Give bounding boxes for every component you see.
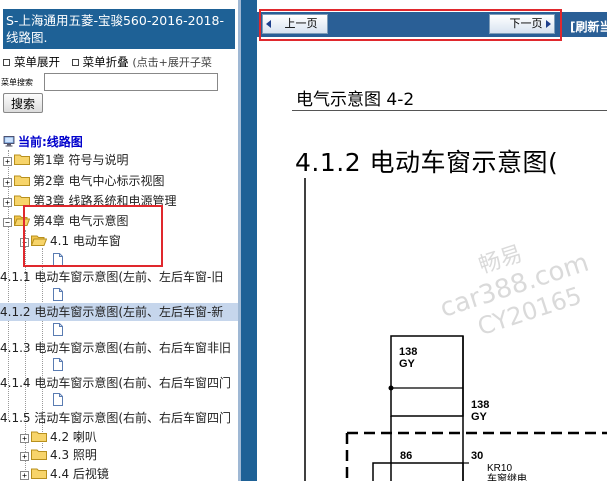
tree-item-4-1-4[interactable]: 4.1.4 电动车窗示意图(右前、右后车窗四门 [0, 374, 231, 392]
wiring-diagram: 138 GY 138 GY 86 30 KR10 车窗继电 [304, 178, 607, 481]
book-title: S-上海通用五菱-宝骏560-2016-2018- 线路图. [3, 9, 235, 49]
expand-toggle[interactable]: + [3, 157, 12, 166]
search-input[interactable] [44, 73, 218, 91]
folder-icon [31, 449, 47, 460]
relay-body [372, 462, 464, 481]
section-heading: 4.1.2 电动车窗示意图( [295, 148, 559, 177]
title-divider [292, 110, 607, 111]
page-title: 电气示意图 4-2 [296, 90, 415, 110]
current-location-label: 当前:线路图 [18, 135, 83, 149]
tree-item-section-4-2[interactable]: +4.2 喇叭 [20, 428, 97, 446]
pin-number: 86 [400, 450, 412, 462]
collapse-toggle[interactable]: − [3, 218, 12, 227]
expand-toggle[interactable]: + [20, 471, 29, 480]
highlight-box [259, 9, 562, 41]
expand-toggle[interactable]: + [3, 198, 12, 207]
doc-leaf-icon-row[interactable] [53, 391, 63, 409]
document-icon [53, 393, 63, 406]
expand-icon [3, 58, 10, 66]
tree-item-section-4-3[interactable]: +4.3 照明 [20, 446, 97, 464]
document-icon [53, 288, 63, 301]
junction-dot [388, 385, 394, 391]
doc-leaf-icon-row[interactable] [53, 321, 63, 339]
splitter-edge [238, 0, 241, 481]
current-location: 当前:线路图 [3, 133, 83, 150]
refresh-link[interactable]: [刷新当 [570, 18, 607, 35]
menu-expand-link[interactable]: 菜单展开 [14, 55, 60, 69]
tree-item-label: 4.1.1 电动车窗示意图(左前、左后车窗-旧 [0, 270, 224, 284]
menu-collapse-link[interactable]: 菜单折叠 [83, 55, 129, 69]
folder-icon [31, 468, 47, 479]
menu-hint: (点击+展开子菜 [132, 56, 212, 69]
tree-item-label: 4.1.4 电动车窗示意图(右前、右后车窗四门 [0, 376, 232, 390]
menu-toolbar: 菜单展开 菜单折叠 (点击+展开子菜 [2, 54, 238, 70]
wire-code: 138 [399, 346, 417, 358]
folder-icon [31, 431, 47, 442]
folder-icon [14, 175, 30, 186]
tree-item-chapter-1[interactable]: + 第1章 符号与说明 [3, 151, 128, 169]
collapse-icon [71, 58, 79, 66]
pin-number: 30 [471, 450, 483, 462]
tree-item-label: 4.1.3 电动车窗示意图(右前、右后车窗非旧 [0, 341, 232, 355]
wire-color: GY [471, 411, 488, 423]
search-label: 菜单搜索 [1, 78, 33, 87]
tree-item-label: 4.1.2 电动车窗示意图(左前、左后车窗-新 [0, 305, 224, 319]
tree-item-chapter-2[interactable]: + 第2章 电气中心标示视图 [3, 172, 164, 190]
tree-item-4-1-2[interactable]: 4.1.2 电动车窗示意图(左前、左后车窗-新 [0, 303, 238, 321]
doc-leaf-icon-row[interactable] [53, 286, 63, 304]
tree-item-label: 4.4 后视镜 [50, 467, 109, 481]
relay-id: KR10 [487, 463, 512, 474]
expand-toggle[interactable]: + [20, 452, 29, 461]
menu-panel: S-上海通用五菱-宝骏560-2016-2018- 线路图. 菜单展开 菜单折叠… [0, 0, 238, 481]
expand-toggle[interactable]: + [20, 434, 29, 443]
tree-item-label: 4.3 照明 [50, 448, 97, 462]
relay-name: 车窗继电 [487, 472, 527, 481]
tree-item-label: 4.1.5 活动车窗示意图(右前、右后车窗四门 [0, 411, 232, 425]
wire-color: GY [399, 358, 416, 370]
doc-leaf-icon-row[interactable] [53, 356, 63, 374]
document-panel: 上一页 下一页 [刷新当 电气示意图 4-2 4.1.2 电动车窗示意图( 13… [257, 0, 607, 481]
tree-item-label: 第2章 电气中心标示视图 [33, 174, 165, 188]
highlight-box [23, 205, 163, 267]
document-icon [53, 323, 63, 336]
folder-icon [14, 154, 30, 165]
expand-toggle[interactable]: + [3, 178, 12, 187]
tree-item-label: 4.2 喇叭 [50, 430, 97, 444]
document-icon [53, 358, 63, 371]
tree-item-4-1-3[interactable]: 4.1.3 电动车窗示意图(右前、右后车窗非旧 [0, 339, 231, 357]
wire-code: 138 [471, 399, 489, 411]
tree-item-4-1-1[interactable]: 4.1.1 电动车窗示意图(左前、左后车窗-旧 [0, 268, 223, 286]
tree-item-section-4-4[interactable]: +4.4 后视镜 [20, 465, 109, 481]
computer-icon [3, 136, 15, 147]
search-button[interactable]: 搜索 [3, 93, 43, 113]
tree-item-label: 第1章 符号与说明 [33, 153, 129, 167]
tree-item-4-1-5[interactable]: 4.1.5 活动车窗示意图(右前、右后车窗四门 [0, 409, 231, 427]
